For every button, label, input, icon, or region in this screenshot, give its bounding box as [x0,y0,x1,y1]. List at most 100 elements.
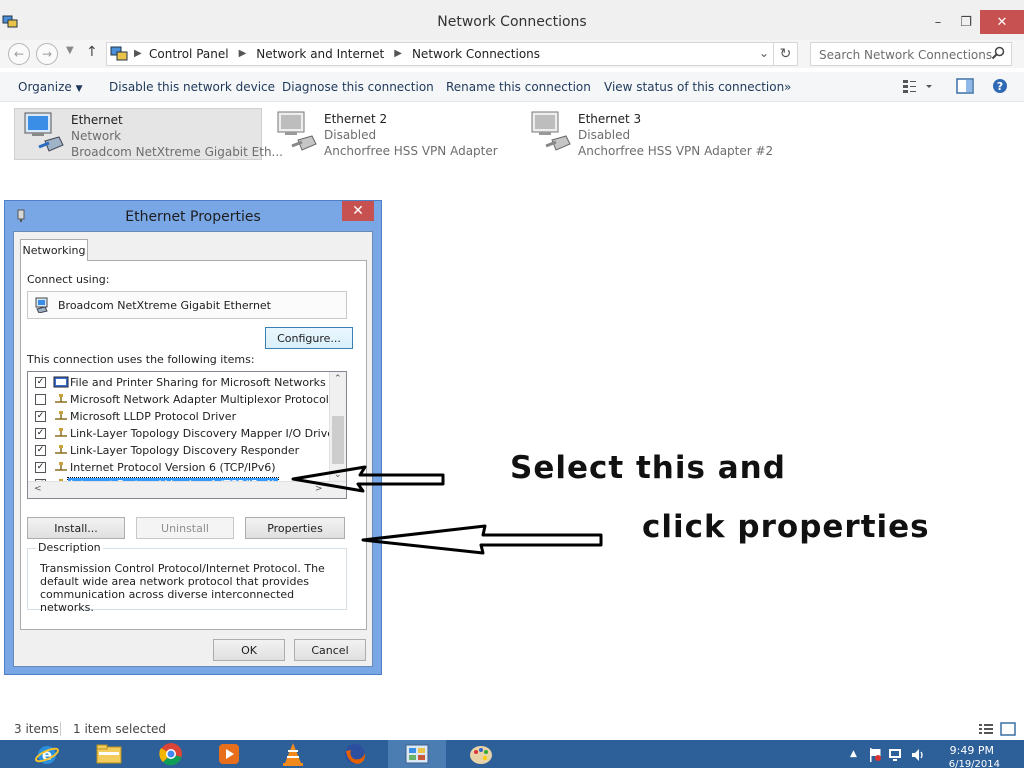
list-item[interactable]: ✓ Link-Layer Topology Discovery Mapper I… [28,425,339,442]
internet-explorer-icon: e [34,746,60,764]
protocol-icon [55,445,67,454]
dialog-title: Ethernet Properties [125,209,261,225]
description-text: Transmission Control Protocol/Internet P… [40,562,325,614]
dialog-titlebar[interactable]: Ethernet Properties ✕ [5,201,381,231]
maximize-button[interactable]: ❐ [952,10,980,34]
connection-adapter: Anchorfree HSS VPN Adapter [324,144,498,158]
breadcrumb-chevron-icon[interactable]: ▶ [394,47,402,61]
list-item[interactable]: ✓ File and Printer Sharing for Microsoft… [28,374,328,391]
clock-date[interactable]: 6/19/2014 [949,759,1000,768]
taskbar-paint[interactable] [452,740,510,768]
network-tray-icon[interactable] [888,747,904,763]
organize-menu[interactable]: Organize ▼ [18,80,83,94]
breadcrumb-network-and-internet[interactable]: Network and Internet [256,47,384,61]
taskbar-media-player[interactable] [200,740,258,768]
rename-connection-button[interactable]: Rename this connection [446,80,591,94]
breadcrumb-root-chevron-icon[interactable]: ▶ [134,48,142,59]
list-item[interactable]: ✓ Microsoft LLDP Protocol Driver [28,408,328,425]
item-label: Microsoft LLDP Protocol Driver [70,410,237,423]
media-player-icon [219,744,239,764]
dialog-close-button[interactable]: ✕ [342,201,374,221]
status-bar: 3 items 1 item selected [0,718,1024,740]
cancel-button[interactable]: Cancel [294,639,366,661]
view-status-button[interactable]: View status of this connection [604,80,784,94]
item-checkbox[interactable]: ✓ [35,411,46,422]
list-item[interactable]: ✓ Internet Protocol Version 6 (TCP/IPv6) [28,459,328,476]
item-checkbox[interactable]: ✓ [35,462,46,473]
forward-button[interactable]: → [36,43,58,65]
up-arrow-icon: ↑ [86,44,98,60]
address-bar[interactable]: ▶ Control Panel ▶ Network and Internet ▶… [106,42,798,66]
breadcrumb-chevron-icon[interactable]: ▶ [239,47,247,61]
more-commands-icon[interactable]: » [784,80,791,94]
selection-count: 1 item selected [73,722,167,736]
disable-device-button[interactable]: Disable this network device [109,80,275,94]
close-button[interactable]: ✕ [980,10,1024,34]
connection-ethernet-2[interactable]: Ethernet 2 Disabled Anchorfree HSS VPN A… [268,108,516,160]
refresh-button[interactable]: ↻ [773,43,797,65]
annotation-select-text: Select this and [510,450,786,486]
protocol-icon [55,428,67,437]
close-icon: ✕ [352,203,364,219]
connection-ethernet-3[interactable]: Ethernet 3 Disabled Anchorfree HSS VPN A… [522,108,773,160]
search-placeholder: Search Network Connections [819,48,993,62]
item-label: Link-Layer Topology Discovery Responder [70,444,300,457]
search-input[interactable]: Search Network Connections [810,42,1012,66]
address-dropdown-icon[interactable]: ⌄ [759,46,769,60]
connection-adapter: Broadcom NetXtreme Gigabit Eth... [71,145,283,159]
networking-panel: Connect using: Broadcom NetXtreme Gigabi… [20,260,367,630]
clock-time[interactable]: 9:49 PM [950,744,994,757]
ok-button[interactable]: OK [213,639,285,661]
network-adapter-icon [24,112,64,152]
list-item[interactable]: Microsoft Network Adapter Multiplexor Pr… [28,391,329,408]
taskbar-internet-explorer[interactable]: e [18,740,76,768]
scroll-up-icon[interactable]: ⌃ [334,374,342,384]
properties-button[interactable]: Properties [245,517,345,539]
annotation-arrow-properties-icon [361,524,603,555]
item-label: Link-Layer Topology Discovery Mapper I/O… [70,427,339,440]
control-panel-icon [110,46,128,61]
protocol-icon [55,394,67,403]
item-label: Microsoft Network Adapter Multiplexor Pr… [70,393,329,406]
item-label: Internet Protocol Version 6 (TCP/IPv6) [70,461,276,474]
taskbar-vlc[interactable] [264,740,322,768]
item-checkbox[interactable]: ✓ [35,377,46,388]
network-adapter-disabled-icon [277,111,317,151]
item-checkbox[interactable]: ✓ [35,445,46,456]
connection-ethernet[interactable]: Ethernet Network Broadcom NetXtreme Giga… [14,108,283,160]
taskbar-firefox[interactable] [326,740,384,768]
paint-palette-icon [470,746,492,764]
firefox-icon [345,744,366,764]
minimize-button[interactable]: – [924,10,952,34]
show-hidden-icons-chevron-icon[interactable]: ▲ [850,749,857,759]
connect-using-label: Connect using: [27,273,110,286]
item-checkbox[interactable] [35,394,46,405]
action-center-flag-icon[interactable] [868,747,882,763]
details-view-icon[interactable] [978,722,994,736]
search-icon[interactable] [991,46,1005,60]
breadcrumb-network-connections[interactable]: Network Connections [412,47,540,61]
back-button[interactable]: ← [8,43,30,65]
breadcrumb-control-panel[interactable]: Control Panel [149,47,229,61]
taskbar-file-explorer[interactable] [80,740,138,768]
install-button[interactable]: Install... [27,517,125,539]
scroll-left-icon[interactable]: < [34,484,42,494]
taskbar-control-panel[interactable] [388,740,446,768]
up-button[interactable]: ↑ [86,44,98,60]
description-group: Description Transmission Control Protoco… [27,541,347,614]
preview-pane-icon[interactable] [956,78,974,94]
list-item[interactable]: ✓ Link-Layer Topology Discovery Responde… [28,442,328,459]
configure-button[interactable]: Configure... [265,327,353,349]
uninstall-button[interactable]: Uninstall [136,517,234,539]
tab-networking[interactable]: Networking [20,239,88,261]
help-icon[interactable]: ? [992,78,1008,94]
change-view-icon[interactable] [902,78,932,94]
back-arrow-icon: ← [13,47,25,61]
recent-locations-chevron-icon[interactable]: ▼ [66,45,74,56]
diagnose-connection-button[interactable]: Diagnose this connection [282,80,434,94]
taskbar-chrome[interactable] [142,740,200,768]
svg-text:?: ? [997,80,1003,93]
volume-icon[interactable] [910,747,926,763]
large-icons-view-icon[interactable] [1000,722,1016,736]
item-checkbox[interactable]: ✓ [35,428,46,439]
